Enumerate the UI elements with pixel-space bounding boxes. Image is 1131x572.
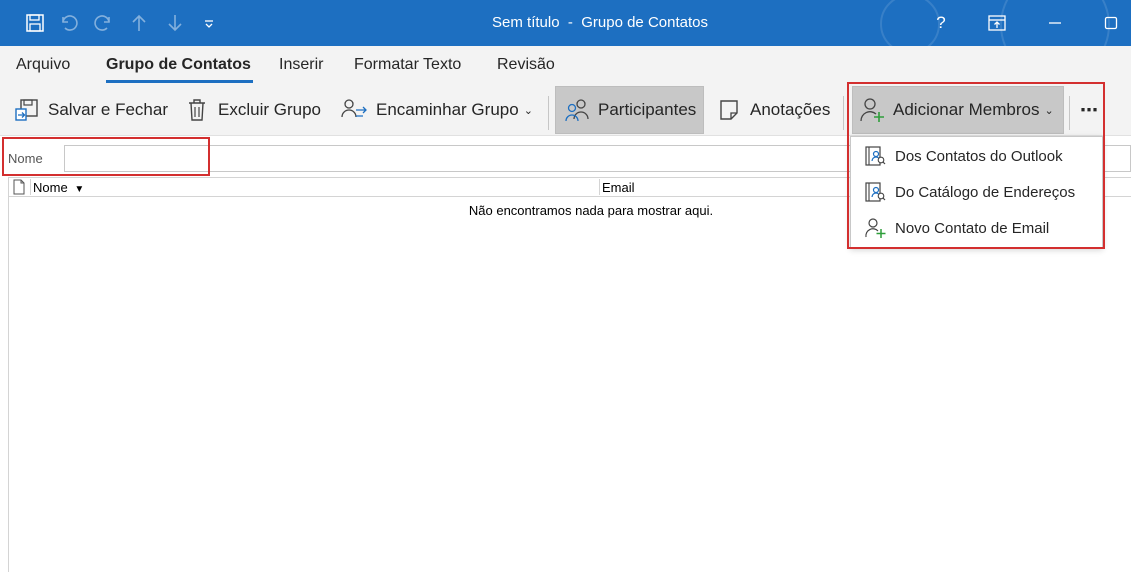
add-members-button[interactable]: Adicionar Membros ⌄ — [852, 86, 1064, 134]
name-label: Nome — [8, 151, 43, 166]
address-book-icon — [863, 144, 887, 168]
help-button[interactable]: ? — [916, 0, 966, 46]
column-header-email[interactable]: Email — [602, 180, 635, 195]
tab-grupo-de-contatos[interactable]: Grupo de Contatos — [106, 56, 251, 74]
forward-group-label: Encaminhar Grupo — [376, 100, 519, 119]
maximize-icon[interactable] — [1086, 0, 1131, 46]
add-person-icon — [863, 216, 887, 240]
address-book-icon — [863, 180, 887, 204]
menu-item-new-email-contact[interactable]: Novo Contato de Email — [851, 210, 1104, 246]
sort-down-icon: ▼ — [74, 184, 85, 195]
tab-formatar-texto[interactable]: Formatar Texto — [354, 56, 461, 74]
notes-button[interactable]: Anotações — [714, 86, 830, 134]
column-header-name[interactable]: Nome ▼ — [33, 180, 84, 195]
column-name-label: Nome — [33, 180, 68, 195]
delete-group-button[interactable]: Excluir Grupo — [182, 86, 321, 134]
active-tab-indicator — [106, 80, 253, 83]
chevron-down-icon: ⌄ — [1044, 104, 1054, 117]
ribbon-toolbar: Salvar e Fechar Excluir Grupo Encaminhar… — [0, 86, 1131, 136]
chevron-down-icon: ⌄ — [523, 104, 533, 117]
ribbon-separator — [843, 96, 844, 130]
tab-inserir[interactable]: Inserir — [279, 56, 323, 74]
menu-item-address-book[interactable]: Do Catálogo de Endereços — [851, 174, 1104, 210]
menu-item-outlook-contacts[interactable]: Dos Contatos do Outlook — [851, 138, 1104, 174]
more-icon: ⋯ — [1080, 99, 1098, 120]
notes-label: Anotações — [750, 100, 831, 119]
tab-arquivo[interactable]: Arquivo — [16, 56, 70, 74]
save-close-icon — [12, 95, 42, 125]
participants-icon — [562, 95, 592, 125]
menu-item-label: Novo Contato de Email — [895, 219, 1050, 237]
document-icon — [12, 179, 26, 198]
add-members-label: Adicionar Membros — [893, 100, 1040, 119]
save-close-button[interactable]: Salvar e Fechar — [12, 86, 168, 134]
save-close-label: Salvar e Fechar — [48, 100, 168, 119]
tab-revisao[interactable]: Revisão — [497, 56, 555, 74]
participants-label: Participantes — [598, 100, 697, 119]
trash-icon — [182, 95, 212, 125]
delete-group-label: Excluir Grupo — [218, 100, 321, 119]
minimize-icon[interactable] — [1030, 0, 1080, 46]
title-bar: Sem título - Grupo de Contatos ? — [0, 0, 1131, 46]
participants-button[interactable]: Participantes — [555, 86, 704, 134]
forward-group-button[interactable]: Encaminhar Grupo ⌄ — [340, 86, 533, 134]
ribbon-separator — [1069, 96, 1070, 130]
add-members-dropdown: Dos Contatos do Outlook Do Catálogo de E… — [850, 136, 1103, 248]
more-options-button[interactable]: ⋯ — [1080, 86, 1098, 134]
column-separator — [30, 179, 31, 195]
forward-group-icon — [340, 95, 370, 125]
menu-item-label: Dos Contatos do Outlook — [895, 147, 1063, 165]
menu-item-label: Do Catálogo de Endereços — [895, 183, 1076, 201]
add-person-icon — [857, 95, 887, 125]
ribbon-separator — [548, 96, 549, 130]
column-separator — [599, 179, 600, 195]
note-icon — [714, 95, 744, 125]
restore-ribbon-icon[interactable] — [972, 0, 1022, 46]
